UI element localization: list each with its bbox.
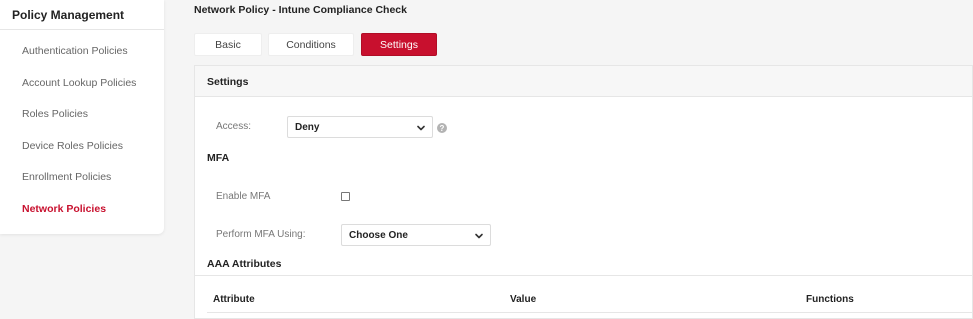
perform-mfa-select[interactable]: Choose One [341,224,491,246]
tab-basic[interactable]: Basic [194,33,262,56]
enable-mfa-label: Enable MFA [216,191,271,202]
table-header-attribute: Attribute [213,294,255,305]
table-header-divider [207,312,973,313]
tab-conditions[interactable]: Conditions [268,33,354,56]
chevron-down-icon [475,233,483,239]
panel-header-title: Settings [207,76,249,88]
tab-settings[interactable]: Settings [361,33,437,56]
page-title: Network Policy - Intune Compliance Check [194,4,407,16]
main-content: Network Policy - Intune Compliance Check… [180,0,973,319]
sidebar-item-roles-policies[interactable]: Roles Policies [22,108,88,120]
mfa-section-title: MFA [207,152,230,164]
perform-mfa-select-value: Choose One [349,229,408,241]
sidebar-title: Policy Management [12,8,125,22]
table-header-value: Value [510,294,537,305]
sidebar-item-enrollment-policies[interactable]: Enrollment Policies [22,171,111,183]
sidebar-item-authentication-policies[interactable]: Authentication Policies [22,45,128,57]
aaa-section-title: AAA Attributes [207,258,282,270]
sidebar: Policy Management Authentication Policie… [0,0,164,234]
table-header-functions: Functions [806,294,854,305]
enable-mfa-checkbox[interactable] [341,192,350,201]
help-icon[interactable]: ? [437,123,447,133]
perform-mfa-label: Perform MFA Using: [216,229,306,240]
sidebar-item-account-lookup-policies[interactable]: Account Lookup Policies [22,77,136,89]
aaa-divider [195,275,972,276]
chevron-down-icon [417,125,425,131]
panel-header: Settings [195,66,972,97]
sidebar-divider [0,29,164,30]
sidebar-item-device-roles-policies[interactable]: Device Roles Policies [22,140,123,152]
settings-panel: Settings Access: Deny ? MFA Enable MFA P… [194,65,973,319]
access-select[interactable]: Deny [287,116,433,138]
access-select-value: Deny [295,121,320,133]
access-label: Access: [216,121,252,132]
sidebar-item-network-policies[interactable]: Network Policies [22,203,106,215]
